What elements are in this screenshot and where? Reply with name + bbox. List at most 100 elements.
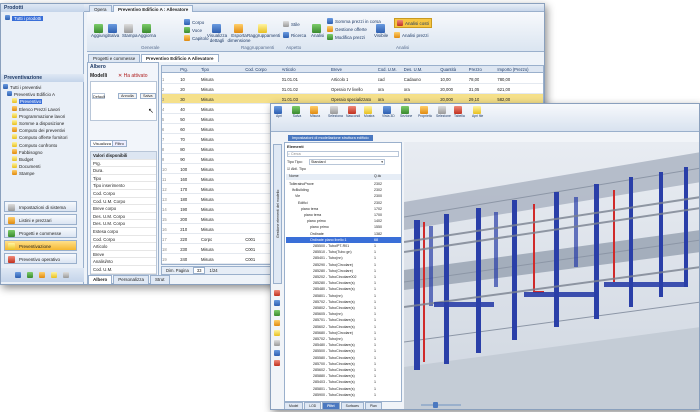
element-tree-item[interactable]: 285900 - TuboCircolare(s) 1 [286,392,401,398]
grid-header-cell[interactable]: Importo (Prezzo) [497,66,528,73]
nav-tree-item[interactable]: Programmazione lavori [12,112,65,120]
raggruppamenti-button[interactable]: Raggruppamenti [247,24,280,38]
analisi-costi-button[interactable]: Analisi costi [394,18,432,28]
somma-prezzi-button[interactable]: Somma prezzi in corsa [327,18,381,24]
nav-tree-item[interactable]: Preventivo [12,98,43,105]
side-tool-icon-5[interactable] [274,330,280,336]
property-item[interactable]: Tipo inserimento [91,182,156,190]
modifica-prezzi-button[interactable]: Modifica prezzi [327,34,365,40]
corpo-button[interactable]: Corpo [184,19,204,25]
viewer-ribbon-button[interactable]: Sezione [400,106,412,118]
property-item[interactable]: Breve corpo [91,205,156,213]
property-item[interactable]: Breve [91,251,156,259]
ricerca-button[interactable]: Ricerca [283,32,306,38]
tab-opera[interactable]: Opera [89,5,112,12]
nav-button[interactable]: Progetti e commesse [4,227,77,238]
table-row[interactable]: 1 10 Misura 01.01.01 Articolo 1 cad Cadauno 10,… [162,74,543,84]
type-toggle[interactable]: ☑ Abil. Tipo [287,167,306,171]
visualizza-dettagli-button[interactable]: Visualizza dettagli [206,24,228,43]
nav-tree-item[interactable]: Budget [12,156,33,163]
grid-header-cell[interactable]: Articolo [282,66,296,73]
visibile-button[interactable]: Visibile [374,24,388,38]
model-list[interactable] [90,81,157,121]
nav-tree-item[interactable]: Computo offerte fornitori [12,134,67,141]
viewer-ribbon-button[interactable]: Seleziona [328,106,343,118]
viewer-ribbon-button[interactable]: Tabella [454,106,465,118]
grid-header-cell[interactable]: Tipo [201,66,209,73]
side-tool-icon-7[interactable] [274,350,280,356]
annulla-button[interactable]: Annulla [118,93,137,99]
element-search[interactable]: ⌕ Cerca [287,151,399,157]
grid-header-cell[interactable]: Cod. Corpo [245,66,266,73]
nav-tree-item[interactable]: Elenco Prezzi Lavori [12,105,60,113]
property-item[interactable]: Des. U.M. Corpo [91,220,156,228]
viewer-ribbon-button[interactable]: Apri file [472,106,483,118]
vtab-lod[interactable]: LOD [304,402,322,409]
bottom-tab-albero[interactable]: Albero [88,275,113,284]
property-item[interactable]: Prg. [91,160,156,168]
vtab-plan[interactable]: Plan [364,402,382,409]
props-tab-filtro[interactable]: Filtro [112,140,127,147]
pager-size-input[interactable]: 33 [192,267,206,274]
vtab-model[interactable]: Model [284,402,304,409]
property-item[interactable]: Analisi/nto [91,258,156,266]
footer-list-icon[interactable] [26,272,33,278]
property-item[interactable]: Cod. Corpo [91,236,156,244]
doc-tab-progetti[interactable]: Progetti e commesse [88,54,141,62]
bottom-tab-strut[interactable]: Strut [150,275,170,284]
nav-tree-item[interactable]: Somme a disposizione [12,120,64,127]
property-item[interactable]: Valori disponibili [91,152,156,160]
footer-estimate-icon[interactable] [50,272,57,278]
salva-button[interactable]: Salva [108,24,119,38]
all-products-item[interactable]: Tutti i prodotti [5,15,44,22]
viewer-ribbon-button[interactable]: Misura [310,106,320,118]
property-item[interactable]: Cod. Corpo [91,190,156,198]
viewer-ribbon-button[interactable]: Selezione [436,106,451,118]
nav-button[interactable]: Impostazioni di sistema [4,201,77,212]
property-item[interactable]: Des. U.M. Corpo [91,213,156,221]
models-flag[interactable]: ✕ Ha attivato [118,73,148,79]
footer-settings-icon[interactable] [14,272,21,278]
side-tool-icon-6[interactable] [274,340,280,346]
nav-tree-item[interactable]: Fabbisogno [12,148,43,156]
viewer-vertical-tab[interactable]: Gestione elementi del modello [273,144,282,284]
viewer-ribbon-button[interactable]: Apri [274,106,284,118]
nav-tree-item[interactable]: Documenti [12,163,41,170]
property-item[interactable]: Estesa corpo [91,228,156,236]
bottom-tab-personalizza[interactable]: Personalizza [113,275,150,284]
property-item[interactable]: Articolo [91,243,156,251]
property-item[interactable]: Dura. [91,167,156,175]
salva-model-button[interactable]: Salva [140,93,156,99]
nav-button[interactable]: Preventivazione [4,240,77,251]
property-item[interactable]: Tipo [91,175,156,183]
vtab-filtri[interactable]: Filtri [322,402,340,409]
tab-preventivo[interactable]: Preventivo Edificio A : Allevatore [113,5,194,12]
side-tool-icon-4[interactable] [274,320,280,326]
property-item[interactable]: Cod. U.M. Corpo [91,198,156,206]
viewer-ribbon-button[interactable]: Proprietà [418,106,432,118]
footer-folder-icon[interactable] [38,272,45,278]
voce-button[interactable]: Voce [184,27,202,33]
side-tool-icon-2[interactable] [274,300,280,306]
viewer-slider[interactable] [421,402,461,408]
analisi-prezzi-button[interactable]: Analisi prezzi [394,32,429,38]
nav-button[interactable]: Listini e prezzari [4,214,77,225]
props-tab-visualizza[interactable]: Visualizza [90,140,114,147]
side-tool-icon-1[interactable] [274,290,280,296]
type-select[interactable]: Standard ▾ [309,159,385,165]
nav-tree-item[interactable]: Computo dei preventivi [12,127,65,134]
viewer-ribbon-button[interactable]: Nascondi [346,106,360,118]
grid-header-cell[interactable]: Cod. U.M. [378,66,397,73]
nav-tree-item[interactable]: Tutti i preventivi [3,84,41,91]
viewer-ribbon-button[interactable]: Mostra [364,106,374,118]
viewer-ribbon-button[interactable]: Vista 3D [382,106,395,118]
gestione-offerte-button[interactable]: Gestione offerte [327,26,367,32]
viewer-title-tab[interactable]: Impostazioni di modellazione struttura e… [288,135,373,141]
property-item[interactable]: Cod. U.M. [91,266,156,274]
analisi-button[interactable]: Analisi [311,24,324,38]
vtab-surfaces[interactable]: Surfaces [340,402,364,409]
default-field[interactable]: Default [92,93,105,99]
slider-thumb[interactable] [433,402,438,408]
esporta-button[interactable]: Esporta dimensione [228,24,251,43]
footer-more-icon[interactable] [62,272,69,278]
